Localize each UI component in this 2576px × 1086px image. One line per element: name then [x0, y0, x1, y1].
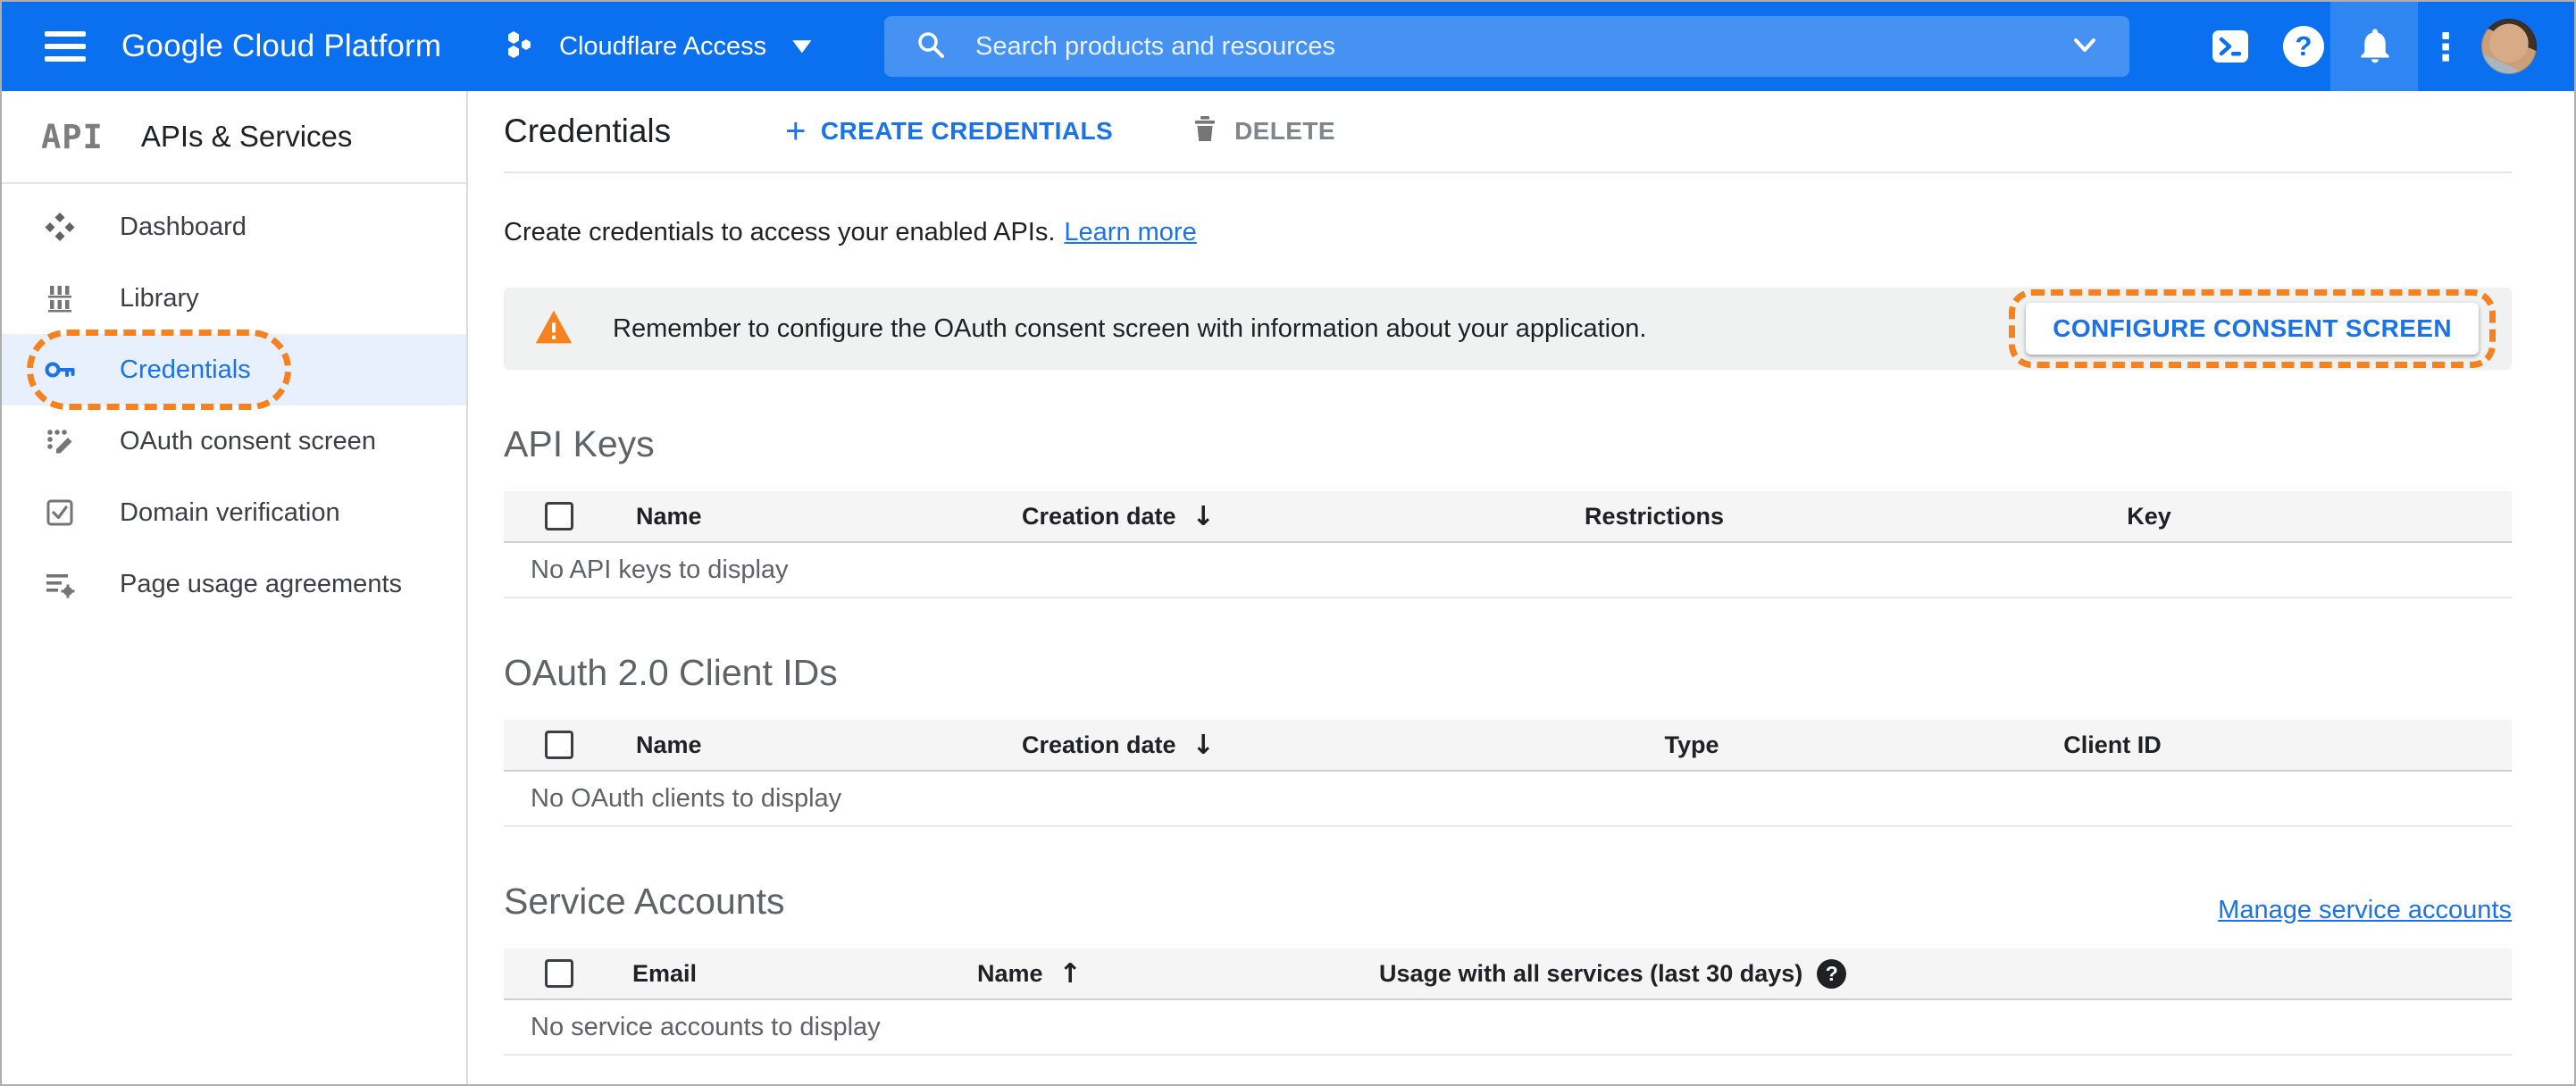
- oauth-clients-empty-state: No OAuth clients to display: [504, 772, 2512, 827]
- sort-desc-icon: ↓: [1192, 729, 1215, 761]
- column-header-client-id[interactable]: Client ID: [1861, 731, 2363, 759]
- manage-service-accounts-link[interactable]: Manage service accounts: [2218, 896, 2512, 925]
- more-options-kebab-icon[interactable]: ⋮: [2419, 2, 2472, 91]
- api-keys-empty-state: No API keys to display: [504, 543, 2512, 598]
- sidebar-item-oauth-consent-screen[interactable]: OAuth consent screen: [2, 405, 466, 477]
- notifications-bell-icon[interactable]: [2346, 2, 2405, 91]
- sidebar-item-label: Library: [120, 283, 199, 313]
- sidebar-item-label: Dashboard: [120, 212, 247, 241]
- delete-button[interactable]: DELETE: [1190, 113, 1335, 150]
- oauth-clients-section-title: OAuth 2.0 Client IDs: [504, 652, 838, 693]
- search-expand-chevron-icon[interactable]: [2067, 27, 2103, 67]
- column-header-creation-date[interactable]: Creation date ↓: [1004, 501, 1522, 532]
- column-header-usage[interactable]: Usage with all services (last 30 days) ?: [1352, 958, 2512, 989]
- sidebar-item-credentials[interactable]: Credentials: [2, 330, 466, 410]
- search-input[interactable]: [975, 31, 2067, 62]
- account-avatar[interactable]: [2478, 2, 2540, 91]
- create-credentials-button[interactable]: + CREATE CREDENTIALS: [785, 113, 1113, 149]
- help-icon[interactable]: ?: [2274, 2, 2333, 91]
- agreements-list-gear-icon: [43, 567, 77, 601]
- trash-icon: [1190, 113, 1220, 150]
- select-all-checkbox[interactable]: [545, 959, 573, 988]
- service-accounts-heading-row: Service Accounts Manage service accounts: [504, 877, 2512, 925]
- warning-triangle-icon: [534, 308, 573, 350]
- api-product-icon: API: [41, 117, 104, 156]
- sidebar-item-label: Page usage agreements: [120, 569, 402, 598]
- library-icon: [43, 281, 77, 315]
- sidebar-item-page-usage-agreements[interactable]: Page usage agreements: [2, 548, 466, 620]
- project-icon: [504, 27, 539, 67]
- sidebar-nav: Dashboard Library Credentials OAuth cons…: [2, 184, 466, 620]
- main-content: Credentials + CREATE CREDENTIALS DELETE …: [470, 91, 2574, 1084]
- verified-checkbox-icon: [43, 496, 77, 530]
- column-header-key[interactable]: Key: [1786, 503, 2512, 530]
- top-nav: Google Cloud Platform Cloudflare Access …: [2, 2, 2574, 91]
- sidebar-item-domain-verification[interactable]: Domain verification: [2, 477, 466, 548]
- configure-consent-screen-button[interactable]: CONFIGURE CONSENT SCREEN: [2026, 303, 2479, 355]
- service-accounts-empty-state: No service accounts to display: [504, 1000, 2512, 1056]
- select-all-checkbox[interactable]: [545, 731, 573, 759]
- avatar-photo: [2481, 19, 2537, 74]
- learn-more-link[interactable]: Learn more: [1064, 218, 1196, 246]
- menu-icon[interactable]: [45, 31, 86, 62]
- sidebar-item-label: Domain verification: [120, 497, 340, 527]
- banner-message: Remember to configure the OAuth consent …: [613, 313, 1647, 343]
- dashboard-icon: [43, 210, 77, 244]
- column-header-email[interactable]: Email: [602, 960, 959, 988]
- page-title: Credentials: [504, 113, 672, 149]
- brand-logo[interactable]: Google Cloud Platform: [121, 2, 441, 91]
- plus-icon: +: [785, 112, 807, 151]
- consent-warning-banner: Remember to configure the OAuth consent …: [504, 288, 2512, 370]
- project-name: Cloudflare Access: [559, 31, 767, 61]
- sidebar: API APIs & Services Dashboard Library Cr…: [2, 91, 468, 1084]
- column-header-name[interactable]: Name: [602, 503, 1004, 530]
- project-selector[interactable]: Cloudflare Access ▼: [504, 2, 818, 91]
- service-accounts-section-title: Service Accounts: [504, 881, 785, 922]
- sidebar-item-library[interactable]: Library: [2, 263, 466, 334]
- column-header-creation-date[interactable]: Creation date ↓: [1004, 730, 1522, 761]
- api-keys-table-header: Name Creation date ↓ Restrictions Key: [504, 491, 2512, 543]
- cloud-shell-icon[interactable]: [2201, 2, 2260, 91]
- api-keys-section-title: API Keys: [504, 423, 655, 464]
- sidebar-item-label: OAuth consent screen: [120, 426, 376, 455]
- sidebar-item-dashboard[interactable]: Dashboard: [2, 191, 466, 263]
- column-header-restrictions[interactable]: Restrictions: [1522, 503, 1786, 530]
- sort-desc-icon: ↓: [1192, 500, 1215, 532]
- intro-text: Create credentials to access your enable…: [504, 218, 1197, 246]
- key-icon: [43, 353, 77, 387]
- oauth-clients-table-header: Name Creation date ↓ Type Client ID: [504, 720, 2512, 772]
- service-accounts-table-header: Email Name ↑ Usage with all services (la…: [504, 948, 2512, 1000]
- sidebar-header: API APIs & Services: [2, 91, 466, 184]
- page-toolbar: Credentials + CREATE CREDENTIALS DELETE: [504, 91, 2512, 173]
- consent-screen-icon: [43, 424, 77, 458]
- search-icon: [915, 29, 947, 65]
- annotation-highlight-ring: CONFIGURE CONSENT SCREEN: [2009, 289, 2496, 368]
- sidebar-item-label: Credentials: [120, 355, 251, 384]
- sidebar-title: APIs & Services: [140, 120, 353, 153]
- column-header-name[interactable]: Name: [602, 731, 1004, 759]
- search-bar[interactable]: [884, 16, 2129, 77]
- gcp-console-window: Google Cloud Platform Cloudflare Access …: [0, 0, 2576, 1086]
- caret-down-icon: ▼: [786, 34, 818, 58]
- select-all-checkbox[interactable]: [545, 502, 573, 530]
- column-header-name[interactable]: Name ↑: [959, 958, 1352, 990]
- usage-help-icon[interactable]: ?: [1817, 958, 1847, 989]
- sort-asc-icon: ↑: [1058, 957, 1082, 990]
- column-header-type[interactable]: Type: [1522, 731, 1861, 759]
